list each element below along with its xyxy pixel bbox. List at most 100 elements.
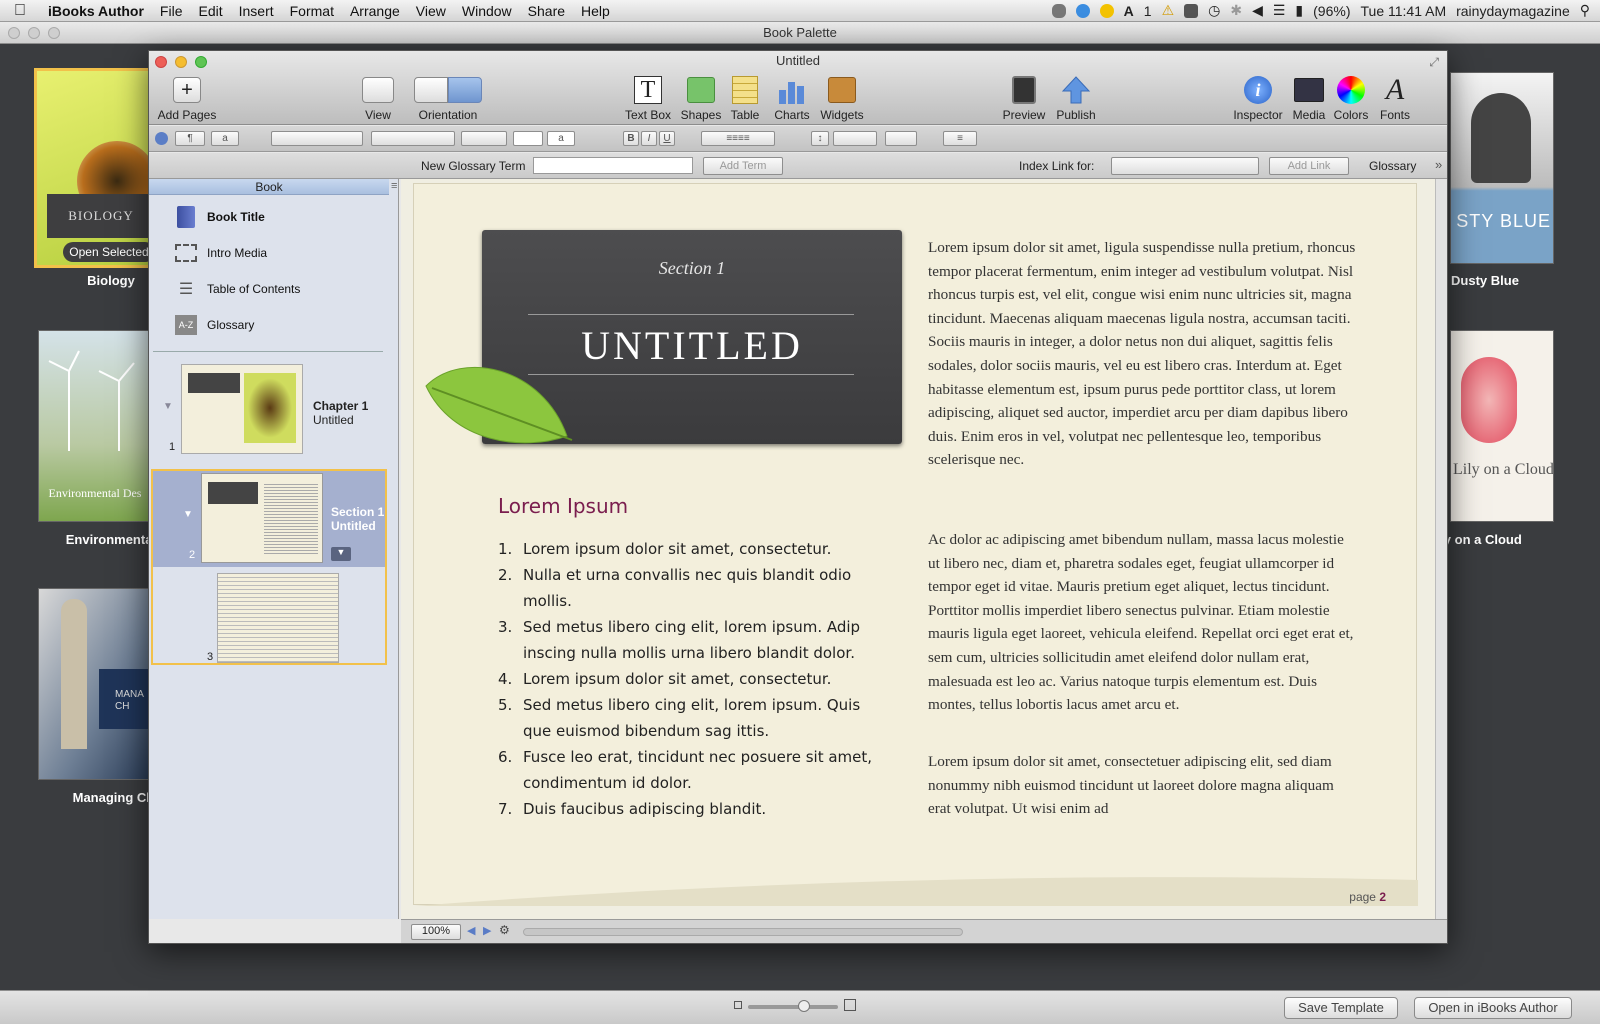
section-thumbnail[interactable] — [201, 473, 323, 563]
template-environmental-design[interactable]: Environmental Des — [38, 330, 150, 522]
apple-menu-icon[interactable]:  — [0, 2, 40, 20]
page3-thumbnail[interactable] — [217, 573, 339, 663]
sidebar-header[interactable]: Book — [149, 179, 389, 195]
media-button[interactable]: Media — [1289, 75, 1329, 122]
chat-icon[interactable] — [1051, 3, 1066, 18]
shapes-button[interactable]: Shapes — [679, 75, 723, 122]
time-machine-icon[interactable]: ◷ — [1208, 2, 1220, 19]
spotlight-icon[interactable]: ⚲ — [1580, 2, 1590, 19]
table-button[interactable]: Table — [725, 75, 765, 122]
menu-edit[interactable]: Edit — [190, 3, 230, 19]
sidebar-item-book-title[interactable]: Book Title — [175, 205, 265, 229]
menu-share[interactable]: Share — [520, 3, 573, 19]
add-link-button[interactable]: Add Link — [1269, 157, 1349, 175]
sidebar-item-table-of-contents[interactable]: ☰ Table of Contents — [175, 277, 301, 301]
underline-button[interactable]: U — [659, 131, 675, 146]
character-style-popup[interactable]: a — [211, 131, 239, 146]
colors-button[interactable]: Colors — [1331, 75, 1371, 122]
body-paragraph-3[interactable]: Lorem ipsum dolor sit amet, consectetuer… — [928, 750, 1358, 821]
menu-app[interactable]: iBooks Author — [40, 3, 152, 19]
menu-insert[interactable]: Insert — [231, 3, 282, 19]
slider-knob[interactable] — [798, 1000, 810, 1012]
menu-file[interactable]: File — [152, 3, 191, 19]
styles-drawer-icon[interactable] — [155, 132, 168, 145]
widgets-button[interactable]: Widgets — [817, 75, 867, 122]
glossary-link[interactable]: Glossary — [1369, 159, 1416, 173]
alignment-buttons[interactable]: ≡≡≡≡ — [701, 131, 775, 146]
typeface-popup[interactable] — [371, 131, 455, 146]
bold-button[interactable]: B — [623, 131, 639, 146]
menu-format[interactable]: Format — [282, 3, 342, 19]
chapter-entry[interactable]: Chapter 1 Untitled — [313, 399, 368, 427]
section-row-selected[interactable]: ▼ 2 Section 1 Untitled ▼ — [153, 471, 385, 567]
open-in-ibooks-author-button[interactable]: Open in iBooks Author — [1414, 997, 1572, 1019]
body-paragraph-2[interactable]: Ac dolor ac adipiscing amet bibendum nul… — [928, 528, 1358, 717]
list-style-popup[interactable]: ≡ — [943, 131, 977, 146]
text-color-well[interactable] — [513, 131, 543, 146]
battery-icon[interactable]: ▮ — [1295, 2, 1303, 19]
publish-button[interactable]: Publish — [1053, 75, 1099, 122]
more-chevron-icon[interactable]: » — [1435, 157, 1442, 172]
numbered-list[interactable]: 1. Lorem ipsum dolor sit amet, consectetu… — [498, 536, 888, 822]
user-name[interactable]: rainydaymagazine — [1456, 3, 1570, 19]
wifi-icon[interactable]: ☰ — [1273, 2, 1286, 19]
zoom-popup[interactable]: 100% — [411, 924, 461, 940]
portrait-icon[interactable] — [414, 77, 448, 103]
inspector-button[interactable]: i Inspector — [1231, 75, 1285, 122]
text-box-button[interactable]: T Text Box — [623, 75, 673, 122]
menu-arrange[interactable]: Arrange — [342, 3, 408, 19]
new-glossary-term-input[interactable] — [533, 157, 693, 174]
menu-window[interactable]: Window — [454, 3, 520, 19]
highlight-color-well[interactable]: a — [547, 131, 575, 146]
fullscreen-icon[interactable]: ⤢ — [1429, 55, 1439, 70]
sidebar-menu-icon[interactable]: ≡ — [391, 180, 397, 192]
template-dusty-blue[interactable]: STY BLUE — [1450, 72, 1554, 264]
horizontal-scrollbar[interactable] — [523, 928, 963, 936]
section-disclosure-icon[interactable]: ▼ — [183, 509, 193, 520]
add-term-button[interactable]: Add Term — [703, 157, 783, 175]
palette-close-button[interactable] — [8, 27, 20, 39]
sidebar-item-intro-media[interactable]: Intro Media — [175, 241, 267, 265]
chapter-thumbnail[interactable] — [181, 364, 303, 454]
template-lily-on-a-cloud[interactable]: Lily on a Cloud — [1450, 330, 1554, 522]
clock[interactable]: Tue 11:41 AM — [1361, 3, 1447, 19]
chapter-disclosure-icon[interactable]: ▼ — [163, 401, 173, 412]
paragraph-style-popup[interactable]: ¶ — [175, 131, 205, 146]
font-family-popup[interactable] — [271, 131, 363, 146]
save-template-button[interactable]: Save Template — [1284, 997, 1398, 1019]
landscape-icon[interactable] — [448, 77, 482, 103]
thumbnail-size-slider[interactable] — [748, 1000, 838, 1012]
orientation-control[interactable]: Orientation — [411, 75, 485, 122]
book-page[interactable]: Section 1 UNTITLED Lorem Ipsum 1. Lorem i… — [413, 183, 1418, 906]
section-layout-menu-icon[interactable]: ▼ — [331, 547, 351, 561]
columns-popup[interactable] — [885, 131, 917, 146]
sidebar-item-glossary[interactable]: A-Z Glossary — [175, 313, 254, 337]
template-biology[interactable]: BIOLOGY Open Selected — [34, 68, 152, 268]
sync-icon[interactable] — [1075, 3, 1090, 18]
add-pages-button[interactable]: + Add Pages — [157, 75, 217, 122]
italic-button[interactable]: I — [641, 131, 657, 146]
template-managing-change[interactable]: MANA CH — [38, 588, 150, 780]
bluetooth-icon[interactable]: ✱ — [1230, 2, 1242, 19]
moon-icon[interactable] — [1099, 3, 1114, 18]
camera-icon[interactable] — [1184, 3, 1199, 18]
warning-icon[interactable]: ⚠ — [1162, 2, 1175, 19]
font-size-popup[interactable] — [461, 131, 507, 146]
index-link-popup[interactable] — [1111, 157, 1259, 175]
open-selected-button[interactable]: Open Selected — [63, 242, 149, 262]
preview-button[interactable]: Preview — [1001, 75, 1047, 122]
charts-button[interactable]: Charts — [769, 75, 815, 122]
volume-icon[interactable]: ◀ — [1252, 2, 1263, 19]
view-button[interactable]: View — [353, 75, 403, 122]
line-spacing-icon[interactable]: ↕ — [811, 131, 829, 146]
palette-minimize-button[interactable] — [28, 27, 40, 39]
adobe-icon[interactable]: A — [1124, 3, 1134, 19]
line-spacing-popup[interactable] — [833, 131, 877, 146]
next-page-icon[interactable]: ▶ — [483, 924, 491, 937]
action-gear-icon[interactable]: ⚙ — [499, 923, 510, 937]
section-entry[interactable]: Section 1 Untitled — [331, 505, 384, 533]
previous-page-icon[interactable]: ◀ — [467, 924, 475, 937]
menu-help[interactable]: Help — [573, 3, 618, 19]
palette-zoom-button[interactable] — [48, 27, 60, 39]
body-paragraph-1[interactable]: Lorem ipsum dolor sit amet, ligula suspe… — [928, 236, 1358, 472]
